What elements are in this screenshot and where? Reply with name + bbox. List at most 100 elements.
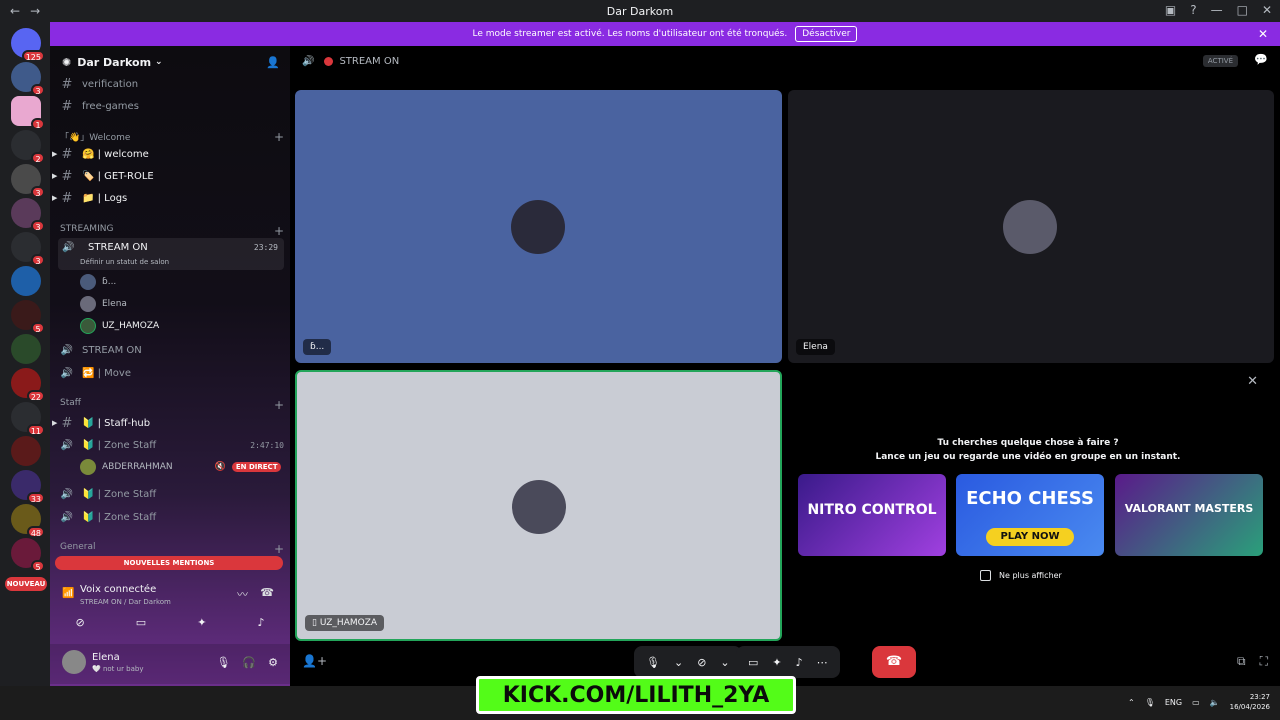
clock[interactable]: 23:27 16/04/2026 bbox=[1230, 692, 1270, 712]
microphone-icon[interactable]: 🎙 bbox=[1145, 698, 1155, 707]
screen-share-icon[interactable]: ▭ bbox=[748, 656, 758, 669]
voice-channel-zone-staff[interactable]: 🔊 🔰 | Zone Staff 2:47:10 bbox=[58, 435, 284, 455]
video-tile[interactable]: ɓ... bbox=[295, 90, 782, 363]
game-card-valorant-masters[interactable]: VALORANT MASTERS bbox=[1115, 474, 1263, 556]
chevron-down-icon[interactable]: ⌄ bbox=[720, 656, 729, 669]
banner-text: Le mode streamer est activé. Les noms d'… bbox=[472, 29, 788, 39]
voice-channel-stream-on-active[interactable]: 🔊 STREAM ON 23:29 Définir un statut de s… bbox=[58, 238, 284, 270]
activities-icon[interactable]: ✦ bbox=[772, 656, 781, 669]
voice-channel-move[interactable]: 🔊 🔁 | Move bbox=[58, 363, 284, 383]
activities-icon[interactable]: ✦ bbox=[197, 616, 206, 638]
voice-channel-zone-staff[interactable]: 🔊 🔰 | Zone Staff bbox=[58, 484, 284, 504]
hash-icon: # bbox=[61, 76, 73, 92]
minimize-icon[interactable]: — bbox=[1211, 3, 1223, 17]
inbox-icon[interactable]: ▣ bbox=[1165, 3, 1176, 17]
category-general[interactable]: General + bbox=[60, 542, 284, 556]
chat-icon[interactable]: 💬 bbox=[1254, 53, 1268, 66]
settings-gear-icon[interactable]: ⚙ bbox=[268, 656, 278, 669]
volume-icon[interactable]: 🔈 bbox=[1210, 698, 1220, 707]
guild-icon[interactable] bbox=[11, 266, 41, 296]
video-tile-speaking[interactable]: ▯ UZ_HAMOZA bbox=[295, 370, 782, 641]
language-indicator[interactable]: ENG bbox=[1165, 698, 1182, 707]
category-staff[interactable]: Staff + bbox=[60, 398, 284, 412]
guild-icon-active[interactable]: 1 bbox=[11, 96, 45, 130]
voice-channel-zone-staff[interactable]: 🔊 🔰 | Zone Staff bbox=[58, 507, 284, 527]
checkbox[interactable] bbox=[980, 570, 991, 581]
guild-icon[interactable] bbox=[11, 436, 41, 466]
wifi-icon[interactable]: ▭ bbox=[1192, 698, 1200, 707]
guild-icon[interactable]: 5 bbox=[11, 300, 45, 334]
popout-icon[interactable]: ⧉ bbox=[1237, 654, 1246, 669]
channel-get-role[interactable]: ▶ # 🏷️ | GET-ROLE bbox=[52, 166, 284, 186]
guild-icon[interactable]: 11 bbox=[11, 402, 45, 436]
guild-icon[interactable]: 3 bbox=[11, 62, 45, 96]
user-controls: 🎙 🎧 ⚙ bbox=[216, 656, 278, 669]
guild-icon[interactable]: 3 bbox=[11, 198, 45, 232]
soundboard-icon[interactable]: ♪ bbox=[257, 616, 264, 638]
voice-main-area: 🔊 STREAM ON ACTIVÉ 💬 ɓ... Elena ▯ UZ_HAM… bbox=[290, 46, 1280, 686]
headphones-icon[interactable]: 🎧 bbox=[242, 656, 256, 669]
microphone-icon[interactable]: 🎙 bbox=[646, 656, 660, 669]
invite-icon[interactable]: 👤+ bbox=[302, 654, 327, 668]
window-controls: ▣ ? — □ ✕ bbox=[1165, 3, 1272, 17]
guild-icon[interactable]: 33 bbox=[11, 470, 45, 504]
expand-arrow-icon: ▶ bbox=[52, 172, 58, 180]
channel-verification[interactable]: # verification bbox=[58, 74, 284, 94]
noise-suppression-icon[interactable]: 〰 bbox=[237, 586, 248, 602]
more-icon[interactable]: ⋯ bbox=[817, 656, 828, 669]
speaker-icon: 🔊 bbox=[62, 242, 75, 253]
new-mentions-button[interactable]: NOUVELLES MENTIONS bbox=[55, 556, 283, 570]
channel-staff-hub[interactable]: ▶ # 🔰 | Staff-hub bbox=[52, 413, 284, 433]
add-channel-icon[interactable]: + bbox=[274, 542, 284, 556]
guild-icon[interactable]: 2 bbox=[11, 130, 45, 164]
add-channel-icon[interactable]: + bbox=[274, 130, 284, 144]
add-member-icon[interactable]: 👤 bbox=[266, 56, 280, 69]
fullscreen-icon[interactable]: ⛶ bbox=[1260, 654, 1268, 669]
voice-channel-stream-on[interactable]: 🔊 STREAM ON bbox=[58, 340, 284, 360]
hangup-button[interactable]: ☎ bbox=[872, 646, 916, 678]
category-welcome[interactable]: 「👋」Welcome + bbox=[60, 130, 284, 144]
activity-suggestion-panel: ✕ Tu cherches quelque chose à faire ? La… bbox=[786, 370, 1270, 640]
game-card-nitro-control[interactable]: NITRO CONTROL bbox=[798, 474, 946, 556]
help-icon[interactable]: ? bbox=[1190, 3, 1196, 17]
new-badge[interactable]: NOUVEAU bbox=[5, 577, 47, 591]
user-panel: Elena 🤍 not ur baby 🎙 🎧 ⚙ bbox=[50, 644, 290, 684]
maximize-icon[interactable]: □ bbox=[1237, 3, 1248, 17]
dont-show-checkbox[interactable]: Ne plus afficher bbox=[980, 570, 1062, 581]
add-channel-icon[interactable]: + bbox=[274, 224, 284, 238]
video-tile[interactable]: Elena bbox=[788, 90, 1274, 363]
guild-icon[interactable]: 48 bbox=[11, 504, 45, 538]
channel-welcome[interactable]: ▶ # 🤗 | welcome bbox=[52, 144, 284, 164]
channel-free-games[interactable]: # free-games bbox=[58, 96, 284, 116]
guild-icon[interactable]: 3 bbox=[11, 164, 45, 198]
guild-icon[interactable]: 3 bbox=[11, 232, 45, 266]
channel-status[interactable]: Définir un statut de salon bbox=[80, 258, 169, 266]
voice-user[interactable]: ABDERRAHMAN 🔇 EN DIRECT bbox=[80, 457, 282, 477]
disable-streamer-button[interactable]: Désactiver bbox=[795, 26, 858, 42]
screen-share-icon[interactable]: ▭ bbox=[136, 616, 146, 638]
avatar[interactable] bbox=[62, 650, 86, 674]
active-badge: ACTIVÉ bbox=[1202, 55, 1238, 67]
close-icon[interactable]: ✕ bbox=[1258, 27, 1268, 41]
guild-icon[interactable]: 22 bbox=[11, 368, 45, 402]
guild-icon[interactable]: 5 bbox=[11, 538, 45, 572]
chevron-down-icon[interactable]: ⌄ bbox=[674, 656, 683, 669]
guild-icon[interactable] bbox=[11, 334, 41, 364]
home-button[interactable]: 125 bbox=[11, 28, 45, 62]
chevron-up-icon[interactable]: ⌃ bbox=[1128, 698, 1135, 707]
camera-off-icon[interactable]: ⊘ bbox=[697, 656, 706, 669]
disconnect-icon[interactable]: ☎ bbox=[260, 586, 274, 599]
voice-user[interactable]: Elena bbox=[80, 294, 127, 314]
soundboard-icon[interactable]: ♪ bbox=[796, 656, 803, 669]
voice-user[interactable]: ɓ... bbox=[80, 272, 116, 292]
close-icon[interactable]: ✕ bbox=[1247, 374, 1258, 389]
microphone-icon[interactable]: 🎙 bbox=[216, 656, 230, 669]
category-streaming[interactable]: STREAMING + bbox=[60, 224, 284, 238]
channel-logs[interactable]: ▶ # 📁 | Logs bbox=[52, 188, 284, 208]
camera-off-icon[interactable]: ⊘ bbox=[76, 616, 85, 638]
add-channel-icon[interactable]: + bbox=[274, 398, 284, 412]
signal-icon: 📶 bbox=[62, 588, 75, 599]
voice-user[interactable]: UZ_HAMOZA bbox=[80, 316, 159, 336]
game-card-echo-chess[interactable]: ECHO CHESS PLAY NOW bbox=[956, 474, 1104, 556]
close-window-icon[interactable]: ✕ bbox=[1262, 3, 1272, 17]
